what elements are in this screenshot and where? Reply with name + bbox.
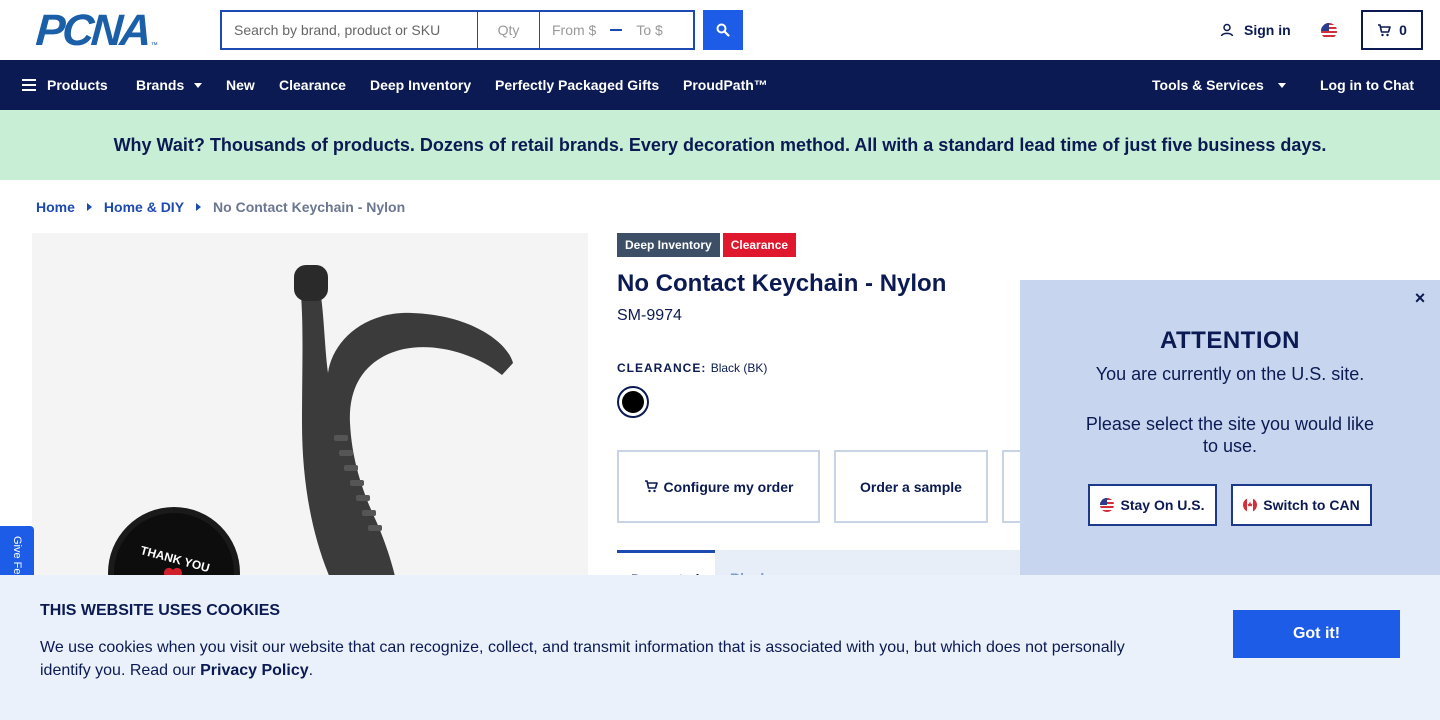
order-sample-button[interactable]: Order a sample	[834, 450, 988, 523]
promo-text: Why Wait? Thousands of products. Dozens …	[113, 134, 1327, 155]
badge-deep-inventory: Deep Inventory	[617, 233, 720, 257]
nav-gifts[interactable]: Perfectly Packaged Gifts	[495, 77, 659, 93]
cookie-title: THIS WEBSITE USES COOKIES	[40, 602, 281, 619]
breadcrumb: Home Home & DIY No Contact Keychain - Ny…	[36, 199, 405, 215]
pcna-logo[interactable]: PCNA ™	[34, 6, 184, 55]
product-badges: Deep Inventory Clearance	[617, 233, 799, 257]
search-icon	[716, 23, 730, 37]
price-to-input[interactable]: To $	[636, 22, 662, 38]
privacy-policy-link[interactable]: Privacy Policy	[200, 662, 309, 679]
site-header: PCNA ™ Search by brand, product or SKU Q…	[0, 0, 1440, 60]
modal-title: ATTENTION	[1159, 327, 1301, 354]
promo-banner: Why Wait? Thousands of products. Dozens …	[0, 110, 1440, 180]
nav-brands-label: Brands	[136, 77, 185, 93]
breadcrumb-arrow-icon	[196, 203, 202, 211]
cart-icon	[1378, 23, 1391, 36]
chevron-down-icon	[1277, 82, 1286, 88]
logo-text: PCNA	[34, 6, 151, 55]
cookie-message: We use cookies when you visit our websit…	[40, 636, 1140, 682]
logo-trademark: ™	[150, 42, 158, 49]
clearance-heading: CLEARANCE:	[617, 361, 707, 375]
nav-tools-services[interactable]: Tools & Services	[1152, 77, 1286, 93]
price-range: From $ To $	[540, 10, 695, 50]
configure-label: Configure my order	[663, 478, 794, 495]
main-nav: Products Brands New Clearance Deep Inven…	[0, 60, 1440, 110]
sign-in-label: Sign in	[1244, 22, 1291, 38]
stay-us-label: Stay On U.S.	[1120, 497, 1205, 513]
product-title: No Contact Keychain - Nylon	[617, 270, 947, 297]
breadcrumb-home[interactable]: Home	[36, 199, 75, 215]
search-button[interactable]	[703, 10, 743, 50]
user-icon	[1220, 23, 1234, 37]
cookie-banner: THIS WEBSITE USES COOKIES We use cookies…	[0, 575, 1440, 720]
price-from-input[interactable]: From $	[552, 22, 596, 38]
modal-instruction: Please select the site you would like to…	[1085, 414, 1375, 456]
modal-current-site: You are currently on the U.S. site.	[1095, 364, 1365, 384]
nav-proudpath[interactable]: ProudPath™	[683, 77, 768, 93]
product-sku: SM-9974	[617, 307, 682, 324]
us-flag-icon	[1100, 498, 1115, 512]
search-input[interactable]: Search by brand, product or SKU	[220, 10, 478, 50]
cart-count: 0	[1399, 22, 1407, 38]
switch-can-button[interactable]: Switch to CAN	[1231, 484, 1372, 526]
search-bar: Search by brand, product or SKU Qty From…	[220, 10, 743, 50]
qty-input[interactable]: Qty	[478, 10, 540, 50]
color-swatch-black[interactable]	[617, 386, 649, 418]
nav-chat[interactable]: Log in to Chat	[1320, 77, 1414, 93]
sample-label: Order a sample	[860, 478, 962, 495]
range-dash	[610, 29, 623, 31]
badge-clearance: Clearance	[722, 233, 797, 257]
configure-order-button[interactable]: Configure my order	[617, 450, 820, 523]
nav-deep-inventory[interactable]: Deep Inventory	[370, 77, 471, 93]
selected-color-name: Black (BK)	[710, 361, 768, 375]
us-flag-icon[interactable]	[1321, 23, 1337, 39]
cart-icon	[644, 480, 658, 493]
breadcrumb-category[interactable]: Home & DIY	[104, 199, 184, 215]
accept-cookies-button[interactable]: Got it!	[1233, 610, 1400, 658]
breadcrumb-arrow-icon	[86, 203, 92, 211]
nav-products-label: Products	[47, 77, 108, 93]
chevron-down-icon	[194, 82, 203, 88]
nav-tools-label: Tools & Services	[1152, 77, 1264, 93]
switch-can-label: Switch to CAN	[1263, 497, 1360, 513]
canada-flag-icon	[1243, 498, 1258, 512]
menu-icon	[22, 79, 36, 91]
nav-products[interactable]: Products	[22, 77, 108, 93]
close-icon[interactable]: ×	[1410, 288, 1430, 308]
breadcrumb-current: No Contact Keychain - Nylon	[213, 199, 406, 215]
nav-brands[interactable]: Brands	[136, 77, 203, 93]
sign-in-link[interactable]: Sign in	[1220, 22, 1291, 38]
nav-clearance[interactable]: Clearance	[279, 77, 346, 93]
swatch-fill	[622, 391, 644, 413]
cart-button[interactable]: 0	[1361, 10, 1423, 50]
cookie-period: .	[308, 662, 314, 679]
nav-new[interactable]: New	[226, 77, 255, 93]
color-selection-label: CLEARANCE: Black (BK)	[617, 361, 767, 375]
stay-us-button[interactable]: Stay On U.S.	[1088, 484, 1217, 526]
site-selection-modal: × ATTENTION You are currently on the U.S…	[1020, 280, 1440, 580]
